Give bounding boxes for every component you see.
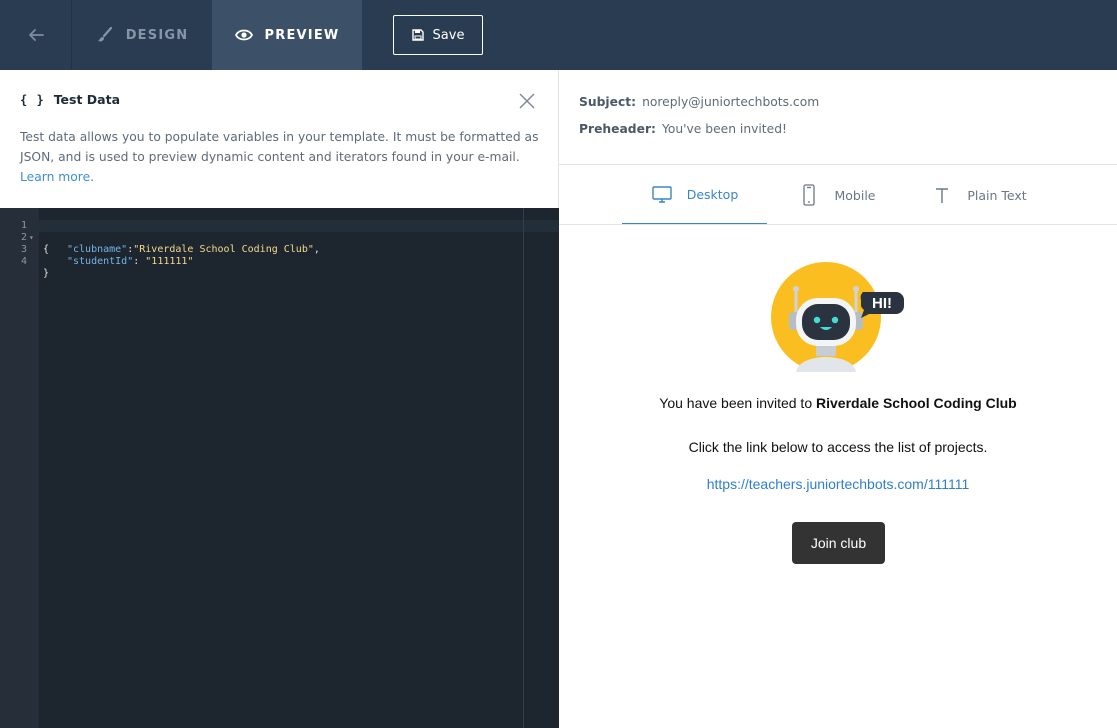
json-value: "111111": [145, 256, 194, 267]
phone-icon: [803, 184, 816, 206]
code-line: 4 }: [20, 256, 50, 279]
tab-plain-text[interactable]: Plain Text: [919, 165, 1039, 225]
back-button[interactable]: [0, 0, 72, 70]
invite-prefix: You have been invited to: [659, 395, 813, 411]
test-data-panel: { } Test Data Test data allows you to po…: [0, 70, 559, 728]
json-key: "clubname": [67, 244, 128, 255]
json-key: "studentId": [67, 256, 134, 267]
tab-preview-label: PREVIEW: [264, 27, 340, 43]
monitor-icon: [652, 186, 672, 203]
club-name: Riverdale School Coding Club: [816, 395, 1017, 411]
close-icon[interactable]: [518, 92, 536, 110]
json-code-editor[interactable]: 1 ▾ { 2 "clubname":"Riverdale School Cod…: [0, 208, 559, 728]
text-icon: [936, 188, 949, 203]
speech-bubble-text: HI!: [872, 295, 892, 312]
tab-desktop[interactable]: Desktop: [622, 165, 767, 225]
tab-desktop-label: Desktop: [686, 186, 739, 202]
tab-design[interactable]: DESIGN: [72, 0, 212, 70]
top-bar: DESIGN PREVIEW Save: [0, 0, 1117, 70]
projects-link[interactable]: https://teachers.juniortechbots.com/1111…: [707, 476, 970, 492]
print-margin: [523, 208, 524, 728]
save-button[interactable]: Save: [393, 15, 483, 55]
preheader-label: Preheader:: [579, 122, 656, 136]
preheader-row: Preheader: You've been invited!: [579, 122, 787, 136]
arrow-left-icon: [28, 29, 44, 41]
test-data-header: { } Test Data: [20, 92, 120, 107]
braces-icon: { }: [20, 92, 45, 107]
code-line: 2 "clubname":"Riverdale School Coding Cl…: [20, 232, 320, 255]
tab-preview[interactable]: PREVIEW: [212, 0, 362, 70]
tab-mobile[interactable]: Mobile: [787, 165, 887, 225]
floppy-disk-icon: [411, 29, 424, 41]
instruction-text: Click the link below to access the list …: [688, 439, 988, 455]
subject-row: Subject: noreply@juniortechbots.com: [579, 95, 819, 109]
code-line: 3 "studentId": "111111": [20, 244, 194, 267]
subject-label: Subject:: [579, 95, 637, 109]
subject-value: noreply@juniortechbots.com: [642, 95, 820, 109]
brush-icon: [97, 26, 112, 42]
divider: [559, 224, 1117, 225]
preheader-value: You've been invited!: [661, 122, 787, 136]
link-row: https://teachers.juniortechbots.com/1111…: [559, 476, 1117, 492]
code-line: 1 ▾ {: [20, 220, 50, 255]
test-data-description: Test data allows you to populate variabl…: [20, 130, 539, 184]
tab-design-label: DESIGN: [125, 27, 189, 43]
test-data-title: Test Data: [53, 92, 121, 107]
robot-illustration: HI!: [771, 262, 904, 372]
tab-plain-text-label: Plain Text: [967, 187, 1027, 203]
invite-message: You have been invited to Riverdale Schoo…: [559, 395, 1117, 411]
description-text: Test data allows you to populate variabl…: [20, 130, 539, 164]
json-value: "Riverdale School Coding Club": [133, 244, 314, 255]
join-club-button[interactable]: Join club: [792, 522, 885, 564]
save-label: Save: [432, 27, 465, 43]
active-line-highlight: [39, 220, 559, 232]
tab-mobile-label: Mobile: [834, 187, 876, 203]
eye-icon: [234, 29, 253, 41]
learn-more-link[interactable]: Learn more: [20, 170, 90, 184]
email-preview-panel: Subject: noreply@juniortechbots.com Prehe…: [559, 70, 1117, 728]
